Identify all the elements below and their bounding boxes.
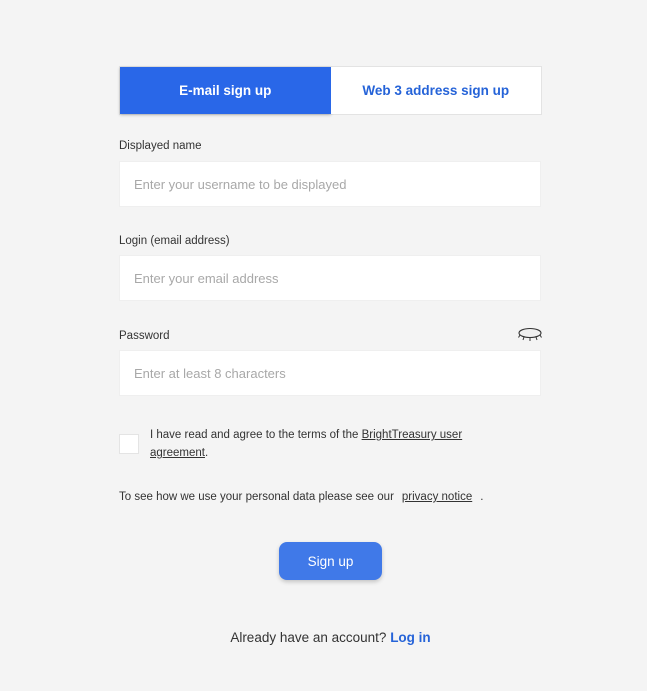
displayed-name-input[interactable]: [119, 161, 541, 207]
eye-closed-icon[interactable]: [517, 327, 543, 343]
agreement-text-after: .: [204, 447, 209, 459]
login-prompt-row: Already have an account? Log in: [119, 630, 542, 645]
privacy-text-after: .: [480, 491, 484, 503]
login-prompt-text: Already have an account?: [230, 630, 387, 645]
tab-email-signup[interactable]: E-mail sign up: [120, 67, 331, 114]
email-label: Login (email address): [119, 235, 230, 247]
displayed-name-field-group: Displayed name: [119, 139, 541, 207]
agreement-text: I have read and agree to the terms of th…: [150, 426, 490, 462]
displayed-name-label: Displayed name: [119, 140, 202, 152]
signup-form-container: E-mail sign up Web 3 address sign up Dis…: [119, 66, 542, 645]
password-label: Password: [119, 330, 170, 342]
password-input[interactable]: [119, 350, 541, 396]
email-input[interactable]: [119, 255, 541, 301]
signup-method-tabs: E-mail sign up Web 3 address sign up: [119, 66, 542, 115]
privacy-notice-row: To see how we use your personal data ple…: [119, 491, 483, 503]
email-field-group: Login (email address): [119, 234, 541, 301]
log-in-link[interactable]: Log in: [390, 630, 431, 645]
tab-web3-signup[interactable]: Web 3 address sign up: [330, 67, 541, 114]
privacy-notice-link[interactable]: privacy notice: [402, 491, 472, 503]
agreement-checkbox[interactable]: [119, 434, 139, 454]
privacy-text-before: To see how we use your personal data ple…: [119, 491, 394, 503]
password-field-group: Password: [119, 327, 543, 396]
agreement-text-before: I have read and agree to the terms of th…: [150, 429, 362, 441]
sign-up-button[interactable]: Sign up: [279, 542, 382, 580]
agreement-row: I have read and agree to the terms of th…: [119, 426, 519, 462]
